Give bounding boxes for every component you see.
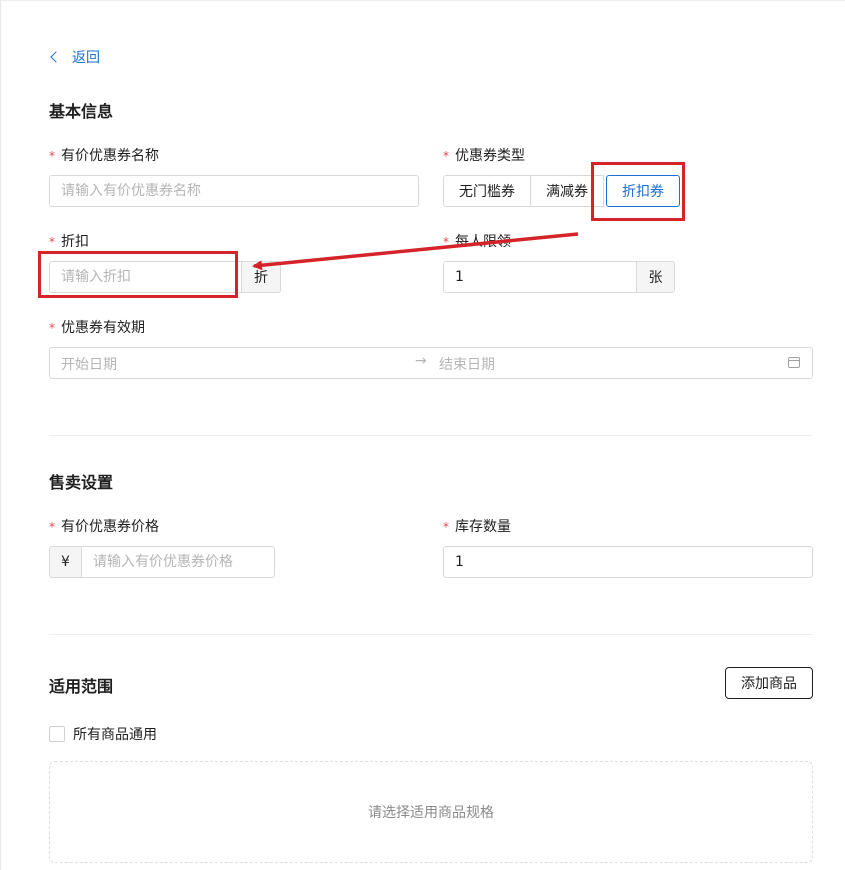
all-products-checkbox[interactable]: [49, 726, 65, 742]
back-link[interactable]: 返回: [49, 46, 100, 68]
stock-label: * 库存数量: [443, 519, 511, 535]
price-prefix: ¥: [49, 546, 82, 578]
section-divider: [49, 634, 813, 635]
validity-date-range[interactable]: 开始日期 → 结束日期: [49, 347, 813, 379]
coupon-name-input[interactable]: [49, 175, 419, 207]
per-user-limit-label: * 每人限领: [443, 234, 511, 250]
chevron-left-icon: [50, 51, 62, 63]
required-mark: *: [49, 321, 55, 335]
section-divider: [49, 435, 813, 436]
calendar-icon: [788, 357, 800, 368]
coupon-type-label: * 优惠券类型: [443, 148, 525, 164]
all-products-option[interactable]: 所有商品通用: [49, 724, 157, 744]
section-title-scope: 适用范围: [49, 677, 114, 696]
required-mark: *: [49, 235, 55, 249]
arrow-right-icon: →: [415, 353, 427, 369]
coupon-name-label: * 有价优惠券名称: [49, 148, 159, 164]
validity-end-date[interactable]: 结束日期: [439, 354, 495, 374]
stock-input[interactable]: [443, 546, 813, 578]
discount-suffix: 折: [241, 261, 281, 293]
discount-input[interactable]: [49, 261, 242, 293]
section-title-sale: 售卖设置: [49, 473, 114, 492]
required-mark: *: [443, 149, 449, 163]
section-title-basic: 基本信息: [49, 102, 114, 121]
required-mark: *: [49, 149, 55, 163]
required-mark: *: [443, 520, 449, 534]
per-user-limit-input[interactable]: [443, 261, 637, 293]
price-input[interactable]: [81, 546, 275, 578]
price-label: * 有价优惠券价格: [49, 519, 159, 535]
per-user-limit-suffix: 张: [636, 261, 675, 293]
coupon-type-selector: 无门槛券 满减券 折扣券: [443, 175, 680, 207]
back-label: 返回: [72, 50, 100, 66]
add-product-button[interactable]: 添加商品: [725, 667, 813, 699]
coupon-type-full-reduction[interactable]: 满减券: [530, 175, 604, 207]
empty-placeholder-text: 请选择适用商品规格: [368, 805, 494, 821]
coupon-type-no-threshold[interactable]: 无门槛券: [443, 175, 531, 207]
all-products-label: 所有商品通用: [73, 727, 157, 743]
required-mark: *: [49, 520, 55, 534]
required-mark: *: [443, 235, 449, 249]
product-spec-empty-area: 请选择适用商品规格: [49, 761, 813, 863]
discount-label: * 折扣: [49, 234, 89, 250]
validity-start-date[interactable]: 开始日期: [61, 354, 117, 374]
coupon-type-discount[interactable]: 折扣券: [606, 175, 680, 207]
validity-label: * 优惠券有效期: [49, 320, 145, 336]
